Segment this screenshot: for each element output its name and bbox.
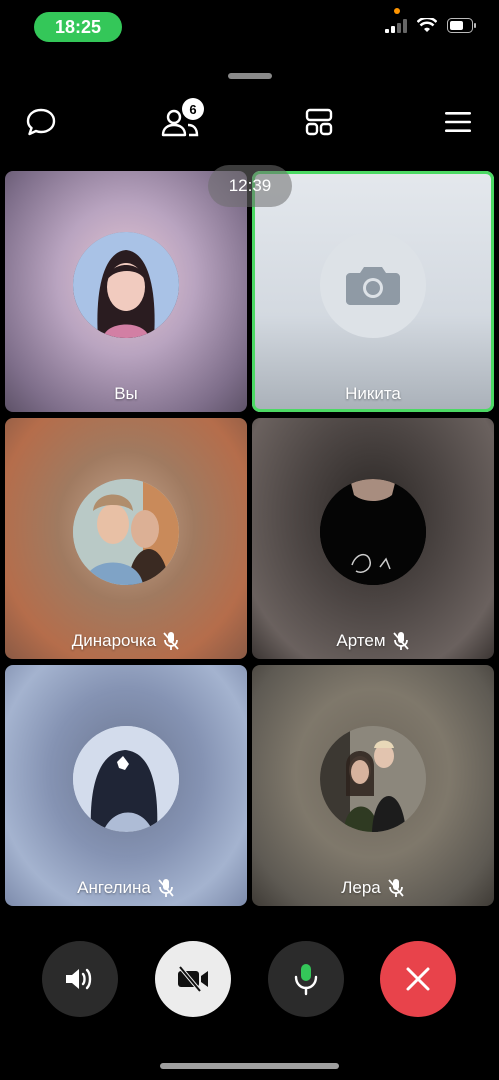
mic-muted-icon <box>392 632 409 650</box>
participant-name: Ангелина <box>5 878 247 898</box>
participant-name-label: Артем <box>336 631 386 650</box>
menu-icon <box>445 112 471 132</box>
participant-name-label: Ангелина <box>77 878 151 897</box>
avatar <box>73 231 179 338</box>
microphone-button[interactable] <box>268 941 344 1017</box>
signal-icon <box>385 18 407 33</box>
microphone-icon <box>294 964 318 996</box>
participant-tile-dinarochka[interactable]: Динарочка <box>5 418 247 659</box>
avatar <box>320 478 426 585</box>
mic-muted-icon <box>388 879 404 897</box>
participant-tile-self[interactable]: Вы <box>5 171 247 412</box>
end-call-button[interactable] <box>380 941 456 1017</box>
sheet-grabber[interactable] <box>228 73 272 79</box>
status-time: 18:25 <box>34 12 122 42</box>
speaker-button[interactable] <box>42 941 118 1017</box>
participant-tile-angelina[interactable]: Ангелина <box>5 665 247 906</box>
avatar-placeholder <box>320 231 426 338</box>
avatar <box>320 725 426 832</box>
wifi-icon <box>417 18 437 32</box>
participant-name-label: Вы <box>114 384 138 403</box>
participant-name: Артем <box>252 631 494 651</box>
call-toolbar <box>0 102 499 144</box>
participant-name: Динарочка <box>5 631 247 651</box>
avatar <box>73 725 179 832</box>
close-icon <box>406 967 430 991</box>
video-toggle-button[interactable] <box>155 941 231 1017</box>
camera-icon <box>346 266 400 305</box>
participants-count-badge: 6 <box>182 98 204 120</box>
home-indicator <box>160 1063 339 1069</box>
participant-name: Вы <box>5 384 247 404</box>
participant-name: Лера <box>252 878 494 898</box>
participant-name: Никита <box>252 384 494 404</box>
participant-name-label: Лера <box>341 878 381 897</box>
menu-button[interactable] <box>438 102 478 142</box>
chat-button[interactable] <box>21 102 61 142</box>
speaker-icon <box>66 968 92 990</box>
participant-tile-lera[interactable]: Лера <box>252 665 494 906</box>
mic-muted-icon <box>158 879 174 897</box>
grid-layout-icon <box>305 108 333 136</box>
call-timer: 12:39 <box>208 165 292 207</box>
privacy-indicator <box>394 8 400 14</box>
mic-muted-icon <box>163 632 179 650</box>
status-icons <box>385 18 477 33</box>
participant-tile-artem[interactable]: Артем <box>252 418 494 659</box>
participant-name-label: Никита <box>345 384 401 403</box>
avatar <box>73 478 179 585</box>
participant-tile-nikita[interactable]: Никита <box>252 171 494 412</box>
layout-button[interactable] <box>299 102 339 142</box>
chat-icon <box>26 108 56 136</box>
video-off-icon <box>178 966 208 992</box>
participant-name-label: Динарочка <box>71 631 157 650</box>
battery-icon <box>447 18 476 33</box>
